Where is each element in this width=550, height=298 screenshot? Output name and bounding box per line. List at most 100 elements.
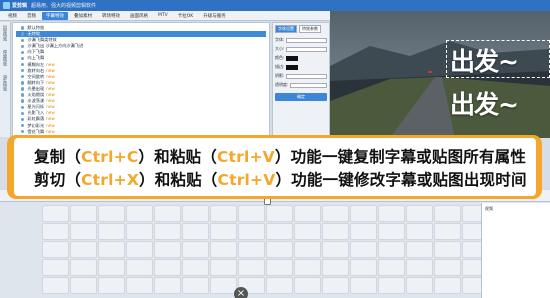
timeline-clip-slot[interactable]	[210, 223, 237, 240]
timeline-clip-slot[interactable]	[210, 259, 237, 276]
timeline-clip-slot[interactable]	[378, 259, 405, 276]
timeline-clip-slot[interactable]	[98, 205, 125, 222]
timeline-clip-slot[interactable]	[238, 205, 265, 222]
timeline-clip-slot[interactable]	[266, 259, 293, 276]
timeline-clip-slot[interactable]	[350, 241, 377, 258]
timeline-clip-slot[interactable]	[154, 277, 181, 294]
timeline-clip-slot[interactable]	[42, 205, 69, 222]
timeline-clip-slot[interactable]	[406, 205, 433, 222]
menu-item-overlay[interactable]: 叠加素材	[70, 12, 96, 20]
timeline-clip-slot[interactable]	[434, 241, 461, 258]
timeline-clip-slot[interactable]	[126, 223, 153, 240]
timeline-clip-slot[interactable]	[126, 259, 153, 276]
timeline-clip-slot[interactable]	[238, 241, 265, 258]
shadow-field[interactable]	[286, 73, 327, 79]
preview-subtitle-line1[interactable]: 出发~	[450, 42, 519, 78]
timeline-clip-slot[interactable]	[350, 223, 377, 240]
size-field[interactable]	[286, 46, 327, 52]
timeline-clip-slot[interactable]	[238, 223, 265, 240]
font-select[interactable]	[286, 37, 327, 43]
timeline-clip-slot[interactable]	[210, 241, 237, 258]
timeline-clip-slot[interactable]	[406, 241, 433, 258]
timeline-clip-slot[interactable]	[126, 205, 153, 222]
menu-item-karaoke[interactable]: 卡拉OK	[174, 12, 198, 20]
timeline-clip-slot[interactable]	[266, 241, 293, 258]
timeline-clip-slot[interactable]	[378, 241, 405, 258]
timeline-clip-slot[interactable]	[322, 277, 349, 294]
timeline-clip-slot[interactable]	[70, 223, 97, 240]
timeline-clip-slot[interactable]	[210, 277, 237, 294]
timeline-clip-slot[interactable]	[126, 277, 153, 294]
timeline-clip-slot[interactable]	[98, 277, 125, 294]
menu-item-mtv[interactable]: MTV	[154, 12, 172, 19]
timeline-clip-slot[interactable]	[378, 205, 405, 222]
apply-button[interactable]: 确定	[275, 93, 327, 101]
timeline-clip-slot[interactable]	[126, 241, 153, 258]
timeline-clip-slot[interactable]	[294, 277, 321, 294]
timeline-clip-slot[interactable]	[98, 241, 125, 258]
tab-effect-params[interactable]: 特效参数	[299, 25, 321, 33]
list-item[interactable]: 雪花飞舞 new	[16, 129, 266, 135]
timeline-clip-slot[interactable]	[322, 223, 349, 240]
timeline-clip-slot[interactable]	[266, 223, 293, 240]
timeline-clip-slot[interactable]	[434, 277, 461, 294]
timeline-clip-slot[interactable]	[154, 241, 181, 258]
timeline-clip-slot[interactable]	[322, 259, 349, 276]
opacity-slider[interactable]	[290, 82, 327, 88]
sidebar-item-disappear[interactable]: 消失特效	[2, 75, 8, 97]
timeline-clip-slot[interactable]	[154, 205, 181, 222]
close-icon[interactable]: ×	[234, 287, 248, 298]
timeline-clip-slot[interactable]	[350, 205, 377, 222]
timeline-clip-slot[interactable]	[266, 205, 293, 222]
timeline-clip-slot[interactable]	[182, 223, 209, 240]
timeline-clip-slot[interactable]	[406, 277, 433, 294]
menu-item-subtitle-effects[interactable]: 字幕特效	[42, 11, 68, 20]
sidebar-item-appear[interactable]: 出现特效	[2, 25, 8, 47]
timeline-clip-slot[interactable]	[70, 277, 97, 294]
timeline-clip-slot[interactable]	[406, 259, 433, 276]
color-swatch[interactable]	[286, 55, 299, 61]
timeline-clip-slot[interactable]	[42, 277, 69, 294]
sidebar-item-stay[interactable]: 停留特效	[2, 50, 8, 72]
menu-item-transitions[interactable]: 转场特效	[98, 12, 124, 20]
timeline-clip-slot[interactable]	[42, 241, 69, 258]
timeline-clip-slot[interactable]	[98, 223, 125, 240]
timeline-clip-slot[interactable]	[154, 259, 181, 276]
timeline-clip-slot[interactable]	[378, 223, 405, 240]
tab-font-settings[interactable]: 字体设置	[275, 25, 297, 33]
timeline-clip-slot[interactable]	[98, 259, 125, 276]
preview-subtitle-line2[interactable]: 出发~	[450, 85, 519, 121]
timeline-clip-slot[interactable]	[322, 241, 349, 258]
timeline-clip-slot[interactable]	[350, 259, 377, 276]
timeline-clip-slot[interactable]	[350, 277, 377, 294]
menu-item-upgrade[interactable]: 升级与服务	[199, 12, 230, 20]
timeline-clip-slot[interactable]	[238, 259, 265, 276]
timeline-clip-slot[interactable]	[210, 205, 237, 222]
timeline-clip-slot[interactable]	[266, 277, 293, 294]
timeline-clip-slot[interactable]	[42, 223, 69, 240]
timeline-clip-slot[interactable]	[294, 223, 321, 240]
timeline-clip-slot[interactable]	[182, 277, 209, 294]
timeline-clip-slot[interactable]	[322, 205, 349, 222]
timeline-clip-slot[interactable]	[70, 205, 97, 222]
timeline-clip-slot[interactable]	[70, 259, 97, 276]
timeline-clip-slot[interactable]	[434, 259, 461, 276]
timeline-clip-slot[interactable]	[294, 241, 321, 258]
timeline-clip-slot[interactable]	[182, 205, 209, 222]
stroke-swatch[interactable]	[286, 64, 299, 70]
timeline-tracks[interactable]	[0, 203, 489, 298]
timeline-clip-slot[interactable]	[42, 259, 69, 276]
menu-item-audio[interactable]: 音频	[23, 12, 40, 20]
timeline-clip-slot[interactable]	[70, 241, 97, 258]
timeline-clip-slot[interactable]	[294, 259, 321, 276]
timeline-clip-slot[interactable]	[406, 223, 433, 240]
timeline-clip-slot[interactable]	[182, 241, 209, 258]
menu-item-video[interactable]: 视频	[4, 12, 21, 20]
timeline-clip-slot[interactable]	[294, 205, 321, 222]
timeline-clip-slot[interactable]	[434, 223, 461, 240]
timeline-clip-slot[interactable]	[378, 277, 405, 294]
menu-item-styles[interactable]: 画面风格	[126, 12, 152, 20]
timeline-clip-slot[interactable]	[154, 223, 181, 240]
timeline-clip-slot[interactable]	[182, 259, 209, 276]
timeline-clip-slot[interactable]	[434, 205, 461, 222]
